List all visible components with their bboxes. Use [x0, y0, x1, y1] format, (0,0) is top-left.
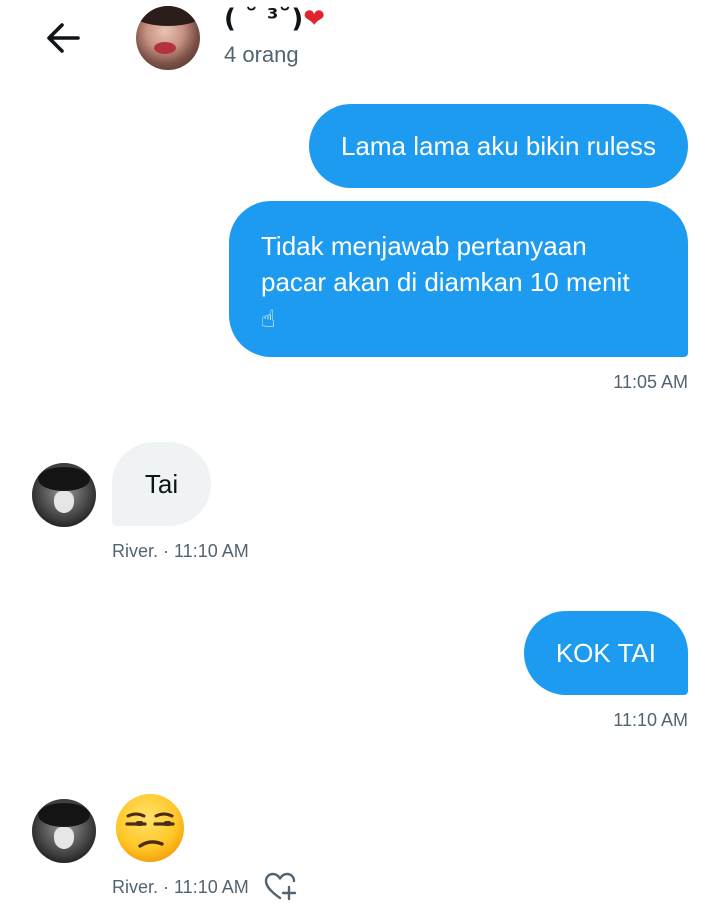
incoming-emoji-message[interactable] — [114, 792, 186, 864]
avatar[interactable] — [32, 799, 96, 863]
red-heart-emoji: ❤ — [303, 4, 326, 34]
message-timestamp: 11:05 AM — [613, 372, 688, 392]
add-reaction-button[interactable] — [264, 872, 298, 902]
back-button[interactable] — [40, 18, 88, 58]
group-avatar[interactable] — [136, 6, 200, 70]
message-text: Tidak menjawab pertanyaan pacar akan di … — [261, 231, 630, 297]
incoming-message[interactable]: Tai — [112, 442, 211, 526]
title-text: ( ˘ ³˘) — [224, 4, 304, 34]
conversation-title[interactable]: ( ˘ ³˘)❤ — [224, 2, 325, 36]
avatar[interactable] — [32, 463, 96, 527]
message-timestamp: 11:10 AM — [613, 710, 688, 730]
outgoing-message[interactable]: Lama lama aku bikin ruless — [308, 104, 688, 188]
pointing-up-emoji: ☝ — [261, 306, 276, 333]
heart-plus-icon — [264, 872, 297, 901]
outgoing-message[interactable]: Tidak menjawab pertanyaan pacar akan di … — [229, 201, 688, 357]
member-count: 4 orang — [224, 42, 299, 67]
arrow-left-icon — [47, 23, 80, 53]
message-meta: River. · 11:10 AM — [112, 877, 249, 897]
unamused-face-emoji — [116, 794, 184, 862]
outgoing-message[interactable]: KOK TAI — [523, 611, 688, 695]
message-meta: River. · 11:10 AM — [112, 541, 249, 561]
